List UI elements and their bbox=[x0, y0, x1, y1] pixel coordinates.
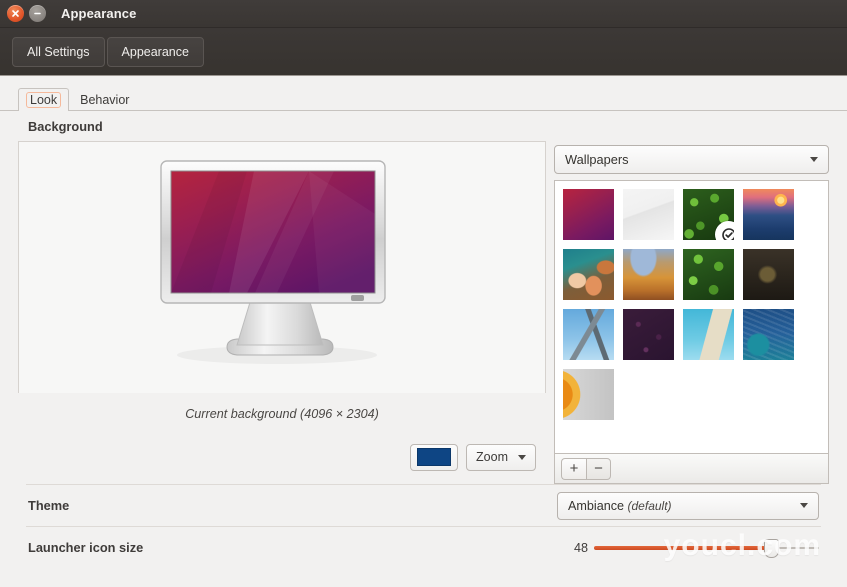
launcher-icon-size-row: Launcher icon size 48 youcl.com bbox=[18, 527, 829, 568]
theme-value-wrap: Ambiance (default) bbox=[568, 499, 672, 513]
launcher-icon-size-control: 48 bbox=[568, 539, 819, 557]
close-icon[interactable] bbox=[7, 5, 24, 22]
tab-look-label: Look bbox=[26, 92, 61, 108]
window-titlebar: Appearance bbox=[0, 0, 847, 28]
wallpaper-thumbnail[interactable] bbox=[563, 369, 614, 420]
background-scaling-value: Zoom bbox=[476, 450, 508, 464]
look-tab-content: Background bbox=[0, 111, 847, 587]
minimize-icon[interactable] bbox=[29, 5, 46, 22]
slider-handle[interactable] bbox=[764, 539, 779, 558]
wallpaper-source-value: Wallpapers bbox=[565, 152, 629, 167]
background-preview-column: Current background (4096 × 2304) Zoom bbox=[18, 141, 546, 484]
wallpaper-thumbnail[interactable] bbox=[743, 189, 794, 240]
chevron-down-icon bbox=[810, 157, 818, 162]
wallpaper-thumbnail[interactable] bbox=[563, 309, 614, 360]
background-controls: Zoom bbox=[18, 435, 546, 479]
wallpaper-thumbnail[interactable] bbox=[683, 309, 734, 360]
chevron-down-icon bbox=[800, 503, 808, 508]
appearance-window: Appearance All Settings Appearance Look … bbox=[0, 0, 847, 587]
wallpaper-add-remove-group: + − bbox=[561, 458, 611, 480]
theme-value: Ambiance bbox=[568, 499, 624, 513]
launcher-icon-size-value: 48 bbox=[568, 541, 588, 555]
wallpaper-thumbnail[interactable] bbox=[743, 249, 794, 300]
appearance-button[interactable]: Appearance bbox=[107, 37, 204, 67]
monitor-icon bbox=[159, 159, 405, 377]
selected-check-icon bbox=[715, 221, 734, 240]
wallpaper-source-dropdown[interactable]: Wallpapers bbox=[554, 145, 829, 174]
slider-track-fill bbox=[594, 546, 772, 550]
wallpaper-picker: Wallpapers + − bbox=[554, 141, 829, 484]
background-scaling-dropdown[interactable]: Zoom bbox=[466, 444, 536, 471]
tab-look[interactable]: Look bbox=[18, 88, 69, 111]
theme-value-suffix: (default) bbox=[628, 499, 672, 513]
remove-wallpaper-button[interactable]: − bbox=[586, 458, 611, 480]
background-color-button[interactable] bbox=[410, 444, 458, 471]
wallpaper-thumbnail[interactable] bbox=[743, 309, 794, 360]
theme-row: Theme Ambiance (default) bbox=[18, 485, 829, 526]
theme-label: Theme bbox=[28, 498, 69, 513]
theme-dropdown[interactable]: Ambiance (default) bbox=[557, 492, 819, 520]
background-preview-pane bbox=[18, 141, 546, 393]
chevron-down-icon bbox=[518, 455, 526, 460]
window-toolbar: All Settings Appearance bbox=[0, 28, 847, 76]
background-section: Current background (4096 × 2304) Zoom Wa… bbox=[18, 141, 829, 484]
wallpaper-thumbnail[interactable] bbox=[623, 189, 674, 240]
wallpaper-thumbnail[interactable] bbox=[623, 309, 674, 360]
window-title: Appearance bbox=[61, 6, 136, 21]
wallpaper-thumbnail[interactable] bbox=[623, 249, 674, 300]
launcher-slider-wrap: 48 bbox=[568, 539, 819, 557]
wallpaper-thumbnail-pane[interactable] bbox=[554, 180, 829, 454]
launcher-icon-size-label: Launcher icon size bbox=[28, 540, 143, 555]
wallpaper-actions-toolbar: + − bbox=[554, 454, 829, 484]
theme-control: Ambiance (default) bbox=[557, 492, 819, 520]
wallpaper-thumbnail[interactable] bbox=[563, 249, 614, 300]
all-settings-button[interactable]: All Settings bbox=[12, 37, 105, 67]
tab-behavior-label: Behavior bbox=[80, 93, 129, 107]
background-section-label: Background bbox=[18, 111, 829, 141]
launcher-icon-size-slider[interactable] bbox=[594, 539, 819, 557]
tab-behavior[interactable]: Behavior bbox=[69, 88, 140, 111]
add-wallpaper-button[interactable]: + bbox=[561, 458, 586, 480]
wallpaper-thumbnail[interactable] bbox=[563, 189, 614, 240]
wallpaper-thumbnail[interactable] bbox=[683, 189, 734, 240]
background-color-swatch bbox=[417, 448, 451, 466]
background-caption: Current background (4096 × 2304) bbox=[18, 393, 546, 435]
wallpaper-thumbnail-grid bbox=[563, 189, 828, 420]
tabstrip: Look Behavior bbox=[0, 87, 847, 111]
wallpaper-thumbnail[interactable] bbox=[683, 249, 734, 300]
